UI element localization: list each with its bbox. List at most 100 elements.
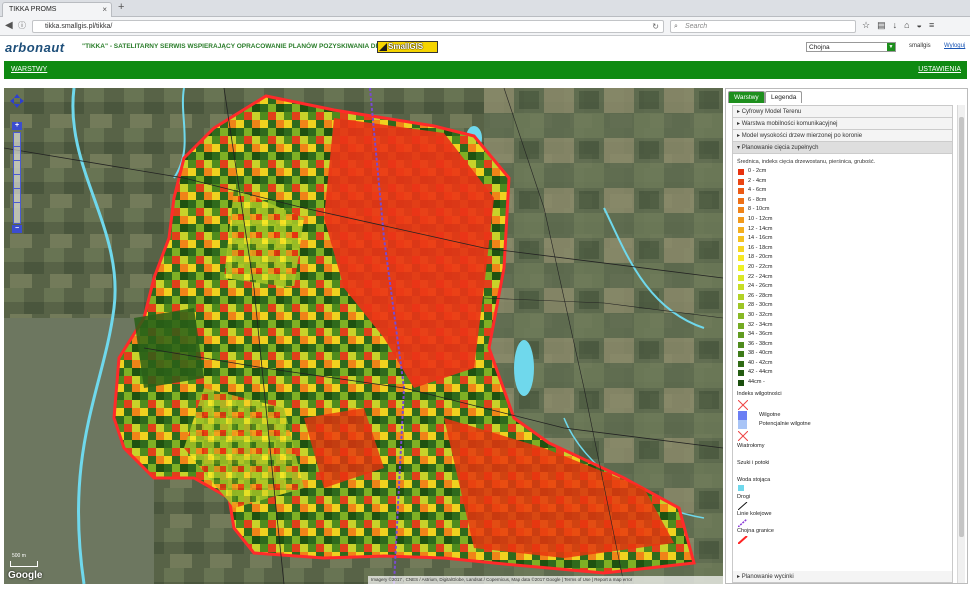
moisture-cross (733, 399, 952, 411)
legend-item: 20 - 22cm (733, 263, 952, 273)
info-icon[interactable]: ⓘ (18, 20, 26, 32)
browser-toolbar-icons: ☆▤↓⌂◒≡ (862, 20, 941, 31)
tab-title: TIKKA PROMS (9, 6, 57, 13)
legend-swatch (738, 274, 744, 281)
app-toolbar: WARSTWY USTAWIENIA (4, 61, 967, 79)
legend-swatch (738, 255, 744, 262)
road-line-icon (738, 501, 748, 510)
legend-swatch (738, 410, 747, 420)
browser-tab[interactable]: TIKKA PROMS × (2, 2, 112, 17)
legend-swatch (738, 303, 744, 310)
section-harvest-planning[interactable]: ▸ Planowanie wycinki (733, 571, 952, 582)
section-label: Planowanie cięcia zupełnych (741, 145, 819, 151)
legend-swatch (738, 178, 744, 185)
tab-layers[interactable]: Warstwy (728, 91, 765, 103)
legend-roads: Drogi (737, 493, 751, 500)
pan-arrows-icon (10, 94, 24, 108)
legend-windthrow: Wiatrołomy (737, 442, 765, 449)
map-canvas[interactable]: + − 500 m Google Imagery ©2017 , CNES / … (4, 88, 723, 584)
clipboard-icon[interactable]: ▤ (877, 20, 893, 30)
chevron-down-icon[interactable]: ▼ (887, 43, 895, 51)
legend-standing-water: Woda stojąca (737, 476, 771, 483)
legend-swatch (738, 284, 744, 291)
tab-close-icon[interactable]: × (102, 3, 107, 17)
back-arrow-icon[interactable]: ◀ (5, 20, 13, 32)
section-dtm[interactable]: ▸ Cyfrowy Model Terenu (733, 106, 952, 118)
section-label: Cyfrowy Model Terenu (741, 109, 802, 115)
legend-boundary: Chojna granice (737, 527, 774, 534)
address-bar[interactable]: tikka.smallgis.pl/tikka/ ↻ (32, 20, 664, 33)
settings-link[interactable]: USTAWIENIA (918, 66, 961, 73)
pan-control[interactable] (10, 94, 24, 108)
search-input[interactable]: ⌕ Search (670, 20, 856, 33)
smallgis-logo: SmallGIS (377, 41, 438, 53)
legend-swatch (738, 341, 744, 348)
zoom-out-button[interactable]: − (12, 225, 22, 233)
bookmark-star-icon[interactable]: ☆ (862, 20, 877, 30)
legend-label: 32 - 34cm (748, 321, 773, 328)
legend-label: 4 - 6cm (748, 187, 767, 194)
legend-label: 26 - 28cm (748, 292, 773, 299)
legend-scroll-area[interactable]: ▸ Cyfrowy Model Terenu ▸ Warstwa mobilno… (732, 105, 953, 583)
moisture-potential-row: Potencjalnie wilgotne (733, 420, 952, 430)
rail-line-icon (738, 518, 748, 527)
legend-item: 18 - 20cm (733, 253, 952, 263)
legend-swatch (738, 351, 744, 358)
menu-icon[interactable]: ≡ (929, 20, 941, 30)
cross-icon (738, 430, 748, 441)
reload-icon[interactable]: ↻ (652, 21, 659, 33)
moisture-wet-row: Wilgotne (733, 410, 952, 421)
legend-label: 18 - 20cm (748, 254, 773, 261)
section-clearcut[interactable]: ▾ Planowanie cięcia zupełnych (733, 142, 952, 154)
home-icon[interactable]: ⌂ (904, 20, 916, 30)
legend-item: 2 - 4cm (733, 177, 952, 187)
legend-item: 36 - 38cm (733, 340, 952, 350)
legend-swatch (738, 245, 744, 252)
water-swatch-row (733, 484, 952, 493)
legend-item: 14 - 16cm (733, 234, 952, 244)
legend-list: 0 - 2cm 2 - 4cm 4 - 6cm 6 - 8cm 8 - 10cm 10 -… (733, 167, 952, 388)
app-header: arbonaut "TIKKA" - SATELITARNY SERWIS WS… (0, 37, 970, 59)
legend-item: 22 - 24cm (733, 273, 952, 283)
layers-link[interactable]: WARSTWY (11, 66, 47, 73)
tab-legend[interactable]: Legenda (765, 91, 803, 103)
section-tree-height[interactable]: ▸ Model wysokości drzew mierzonej po kor… (733, 130, 952, 142)
legend-swatch (738, 332, 744, 339)
legend-swatch (738, 169, 744, 175)
legend-swatch (738, 360, 744, 367)
logout-link[interactable]: Wyloguj (944, 43, 965, 49)
legend-label: 22 - 24cm (748, 273, 773, 280)
legend-label: Potencjalnie wilgotne (759, 421, 811, 428)
zoom-in-button[interactable]: + (12, 122, 22, 130)
legend-item: 24 - 26cm (733, 282, 952, 292)
google-logo: Google (8, 570, 43, 581)
pocket-icon[interactable]: ◒ (917, 20, 929, 30)
zoom-tick (14, 188, 20, 189)
legend-label: 28 - 30cm (748, 302, 773, 309)
legend-swatch (738, 264, 744, 271)
new-tab-button[interactable]: + (118, 1, 124, 13)
legend-swatch (738, 236, 744, 243)
region-selected-value: Chojna (809, 44, 830, 51)
legend-label: 8 - 10cm (748, 206, 770, 213)
scale-label: 500 m (12, 553, 26, 559)
browser-tabstrip: TIKKA PROMS × + (0, 0, 970, 17)
cross-icon (738, 399, 748, 410)
legend-label: 10 - 12cm (748, 215, 773, 222)
legend-label: 16 - 18cm (748, 244, 773, 251)
section-mobility[interactable]: ▸ Warstwa mobilności komunikacyjnej (733, 118, 952, 130)
map-attribution[interactable]: Imagery ©2017 , CNES / Astrium, DigitalG… (368, 576, 723, 584)
scrollbar-thumb[interactable] (959, 117, 964, 537)
legend-label: 44cm - (748, 379, 765, 386)
arbonaut-logo: arbonaut (5, 40, 65, 55)
layer-panel: Warstwy Legenda ▸ Cyfrowy Model Terenu ▸… (725, 88, 968, 584)
legend-swatch (738, 484, 744, 491)
panel-scrollbar[interactable] (957, 105, 965, 583)
zoom-tick (14, 160, 20, 161)
legend-label: 42 - 44cm (748, 369, 773, 376)
legend-item: 34 - 36cm (733, 330, 952, 340)
windthrow-cross (733, 430, 952, 442)
region-select[interactable]: Chojna ▼ (806, 42, 896, 52)
download-icon[interactable]: ↓ (893, 20, 905, 30)
legend-label: 40 - 42cm (748, 359, 773, 366)
